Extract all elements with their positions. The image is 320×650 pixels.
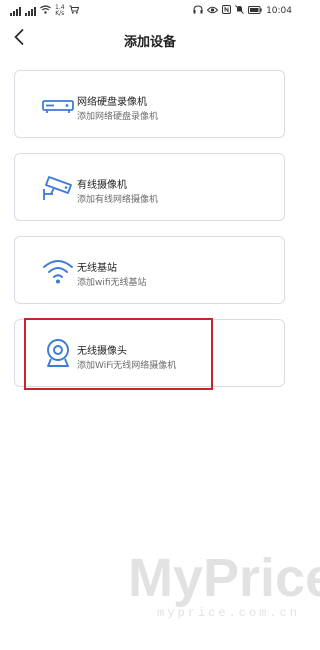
device-card-wireless-camera[interactable]: 无线摄像头 添加WiFi无线网络摄像机 xyxy=(14,319,285,387)
signal-1-icon xyxy=(10,6,21,16)
status-time: 10:04 xyxy=(266,6,292,16)
nvr-icon xyxy=(39,87,77,123)
network-speed: 1.4 K/s xyxy=(55,4,65,17)
battery-icon xyxy=(248,5,262,17)
header: 添加设备 xyxy=(0,22,300,58)
status-left: 1.4 K/s xyxy=(10,5,79,17)
device-description: 添加网络硬盘录像机 xyxy=(77,112,159,122)
wireless-base-station-icon xyxy=(39,253,77,289)
device-card-nvr[interactable]: 网络硬盘录像机 添加网络硬盘录像机 xyxy=(14,70,285,138)
device-name: 无线摄像头 xyxy=(77,346,127,357)
watermark-main: MyPrice xyxy=(128,548,320,608)
wireless-camera-icon xyxy=(39,336,77,372)
cart-icon xyxy=(69,5,79,17)
watermark-sub: myprice.com.cn xyxy=(157,606,300,620)
wired-camera-icon xyxy=(39,170,77,206)
nfc-icon xyxy=(222,5,232,17)
headphones-icon xyxy=(193,5,203,17)
signal-2-icon xyxy=(25,6,36,16)
device-description: 添加wifi无线基站 xyxy=(77,278,147,288)
status-right: 10:04 xyxy=(193,5,292,17)
device-description: 添加WiFi无线网络摄像机 xyxy=(77,361,177,371)
device-name: 网络硬盘录像机 xyxy=(77,97,147,108)
eye-icon xyxy=(206,6,219,17)
device-name: 有线摄像机 xyxy=(77,180,127,191)
watermark: MyPrice myprice.com.cn xyxy=(128,548,320,620)
wifi-icon xyxy=(40,5,51,17)
page-title: 添加设备 xyxy=(123,35,176,50)
device-card-wired-camera[interactable]: 有线摄像机 添加有线网络摄像机 xyxy=(14,153,285,221)
device-description: 添加有线网络摄像机 xyxy=(77,195,159,205)
status-bar: 1.4 K/s 10:04 xyxy=(0,0,300,22)
device-name: 无线基站 xyxy=(77,263,117,274)
mute-icon xyxy=(235,5,244,17)
device-card-wireless-base-station[interactable]: 无线基站 添加wifi无线基站 xyxy=(14,236,285,304)
